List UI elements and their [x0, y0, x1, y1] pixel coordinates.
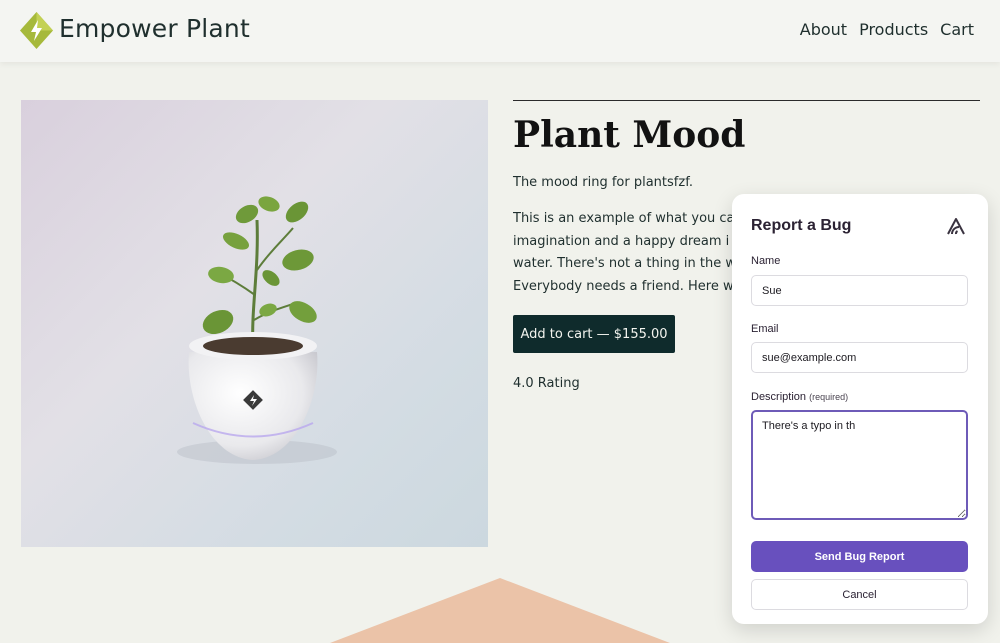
description-label-text: Description: [751, 391, 807, 403]
description-label: Description (required): [751, 391, 848, 403]
product-description: This is an example of what you car imagi…: [513, 208, 733, 298]
description-line: This is an example of what you car: [513, 211, 733, 226]
add-to-cart-button[interactable]: Add to cart — $155.00: [513, 315, 675, 353]
product-title: Plant Mood: [513, 114, 746, 156]
bug-report-dialog: Report a Bug Name Email Description (req…: [732, 194, 988, 624]
nav-cart-link[interactable]: Cart: [940, 20, 974, 39]
name-input[interactable]: [751, 275, 968, 306]
site-header: Empower Plant About Products Cart: [0, 0, 1000, 62]
nav-products-link[interactable]: Products: [859, 20, 928, 39]
required-hint: (required): [809, 392, 849, 402]
description-line: water. There's not a thing in the wo: [513, 256, 733, 271]
description-line: Everybody needs a friend. Here we: [513, 278, 733, 294]
product-tagline: The mood ring for plantsfzf.: [513, 175, 693, 190]
nav-about-link[interactable]: About: [800, 20, 847, 39]
email-input[interactable]: [751, 342, 968, 373]
decorative-triangle: [330, 578, 670, 643]
description-textarea[interactable]: There's a typo in th: [751, 410, 968, 520]
cancel-button[interactable]: Cancel: [751, 579, 968, 610]
dialog-title: Report a Bug: [751, 217, 852, 234]
product-image: [21, 100, 488, 547]
description-line: imagination and a happy dream i: [513, 233, 730, 249]
sentry-icon: [947, 218, 965, 235]
email-label: Email: [751, 323, 779, 335]
product-rating: 4.0 Rating: [513, 376, 580, 391]
brand-logo-icon[interactable]: [20, 12, 53, 49]
title-divider: [513, 100, 980, 101]
brand-name[interactable]: Empower Plant: [59, 14, 250, 43]
send-bug-report-button[interactable]: Send Bug Report: [751, 541, 968, 572]
main-nav: About Products Cart: [800, 20, 974, 39]
name-label: Name: [751, 255, 781, 267]
